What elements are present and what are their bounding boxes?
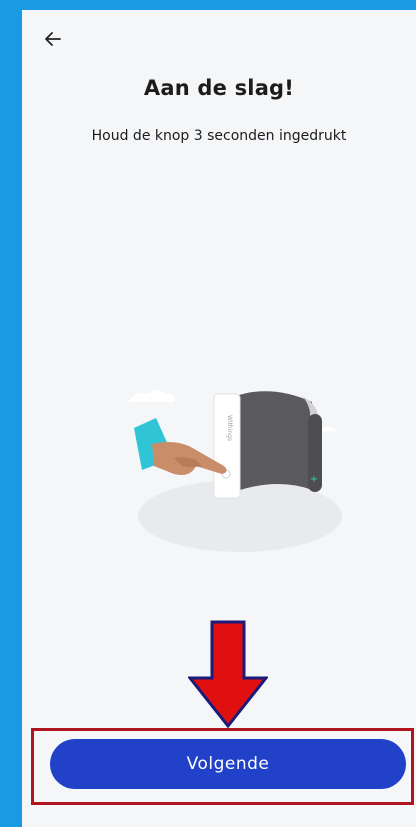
svg-text:Withings: Withings [226, 415, 233, 441]
device-body-shape [213, 393, 241, 499]
instruction-text: Houd de knop 3 seconden ingedrukt [91, 128, 347, 144]
frame-left-border [0, 0, 22, 827]
cloud-shape [128, 390, 175, 402]
back-button[interactable] [38, 24, 68, 54]
page-title: Aan de slag! [143, 76, 295, 100]
arrow-left-icon [45, 32, 61, 46]
next-button[interactable]: Volgende [50, 739, 406, 789]
cuff-shape [236, 391, 312, 490]
red-down-arrow-icon [188, 620, 268, 729]
frame-top-border [0, 0, 416, 10]
svg-text:+: + [310, 474, 318, 485]
app-screen: Aan de slag! Houd de knop 3 seconden ing… [22, 10, 416, 827]
blood-pressure-monitor-illustration: + Withings [128, 390, 346, 552]
cloud-shape [318, 426, 346, 432]
